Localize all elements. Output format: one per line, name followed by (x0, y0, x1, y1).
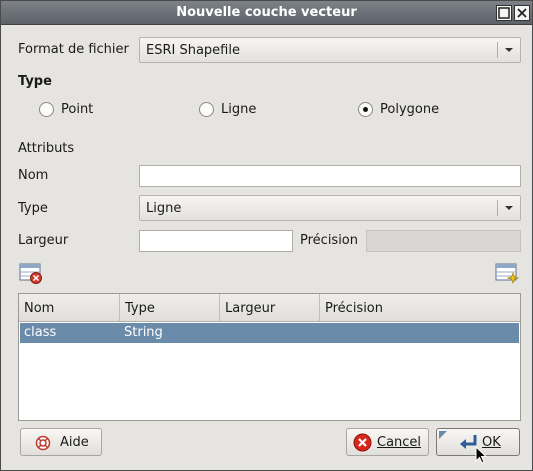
window-title: Nouvelle couche vecteur (176, 5, 357, 20)
precision-label: Précision (300, 233, 359, 248)
file-format-label: Format de fichier (18, 42, 129, 57)
attributes-heading: Attributs (18, 141, 75, 156)
ok-button[interactable]: OK (436, 428, 520, 464)
file-format-value: ESRI Shapefile (146, 43, 240, 58)
table-row[interactable]: class String (20, 323, 519, 343)
width-label: Largeur (18, 233, 69, 248)
cell-nom: class (24, 325, 57, 340)
title-bar[interactable]: Nouvelle couche vecteur (1, 1, 532, 25)
new-vector-layer-dialog: Nouvelle couche vecteur Format de fichie… (0, 0, 533, 471)
add-attribute-button[interactable] (494, 261, 520, 285)
chevron-down-icon (505, 48, 513, 52)
chevron-down-icon (505, 206, 513, 210)
radio-ligne[interactable] (199, 102, 214, 117)
help-button-label: Aide (60, 435, 89, 450)
cancel-button-label: Cancel (377, 435, 422, 450)
close-button[interactable] (514, 5, 530, 21)
cell-type: String (124, 325, 163, 340)
help-button[interactable]: Aide (20, 428, 102, 456)
radio-polygone-label[interactable]: Polygone (380, 102, 439, 117)
attributes-table[interactable]: Nom Type Largeur Précision class String (18, 293, 521, 421)
radio-polygone[interactable] (358, 102, 373, 117)
radio-point[interactable] (39, 102, 54, 117)
column-header-precision[interactable]: Précision (320, 294, 520, 321)
remove-attribute-button[interactable] (18, 261, 44, 285)
cancel-button[interactable]: Cancel (346, 428, 429, 456)
attribute-type-select[interactable]: Ligne (139, 195, 521, 221)
file-format-select[interactable]: ESRI Shapefile (139, 37, 521, 63)
maximize-icon (498, 7, 510, 19)
attribute-type-label: Type (18, 201, 48, 216)
radio-point-label[interactable]: Point (61, 102, 93, 117)
column-header-largeur[interactable]: Largeur (220, 294, 320, 321)
lifebuoy-icon (35, 435, 51, 451)
table-delete-icon (19, 263, 42, 284)
name-label: Nom (18, 168, 49, 183)
maximize-button[interactable] (496, 5, 512, 21)
table-header: Nom Type Largeur Précision (19, 294, 520, 322)
table-add-icon (495, 263, 519, 284)
name-input[interactable] (139, 165, 521, 187)
default-corner-icon (439, 431, 447, 439)
cancel-icon (353, 433, 372, 452)
type-heading: Type (18, 74, 52, 89)
column-header-type[interactable]: Type (120, 294, 220, 321)
close-icon (517, 8, 527, 18)
precision-input (366, 230, 521, 252)
width-input[interactable] (139, 230, 293, 252)
radio-ligne-label[interactable]: Ligne (221, 102, 256, 117)
mouse-cursor-icon (475, 446, 488, 464)
attribute-type-value: Ligne (146, 201, 182, 216)
column-header-nom[interactable]: Nom (19, 294, 120, 321)
